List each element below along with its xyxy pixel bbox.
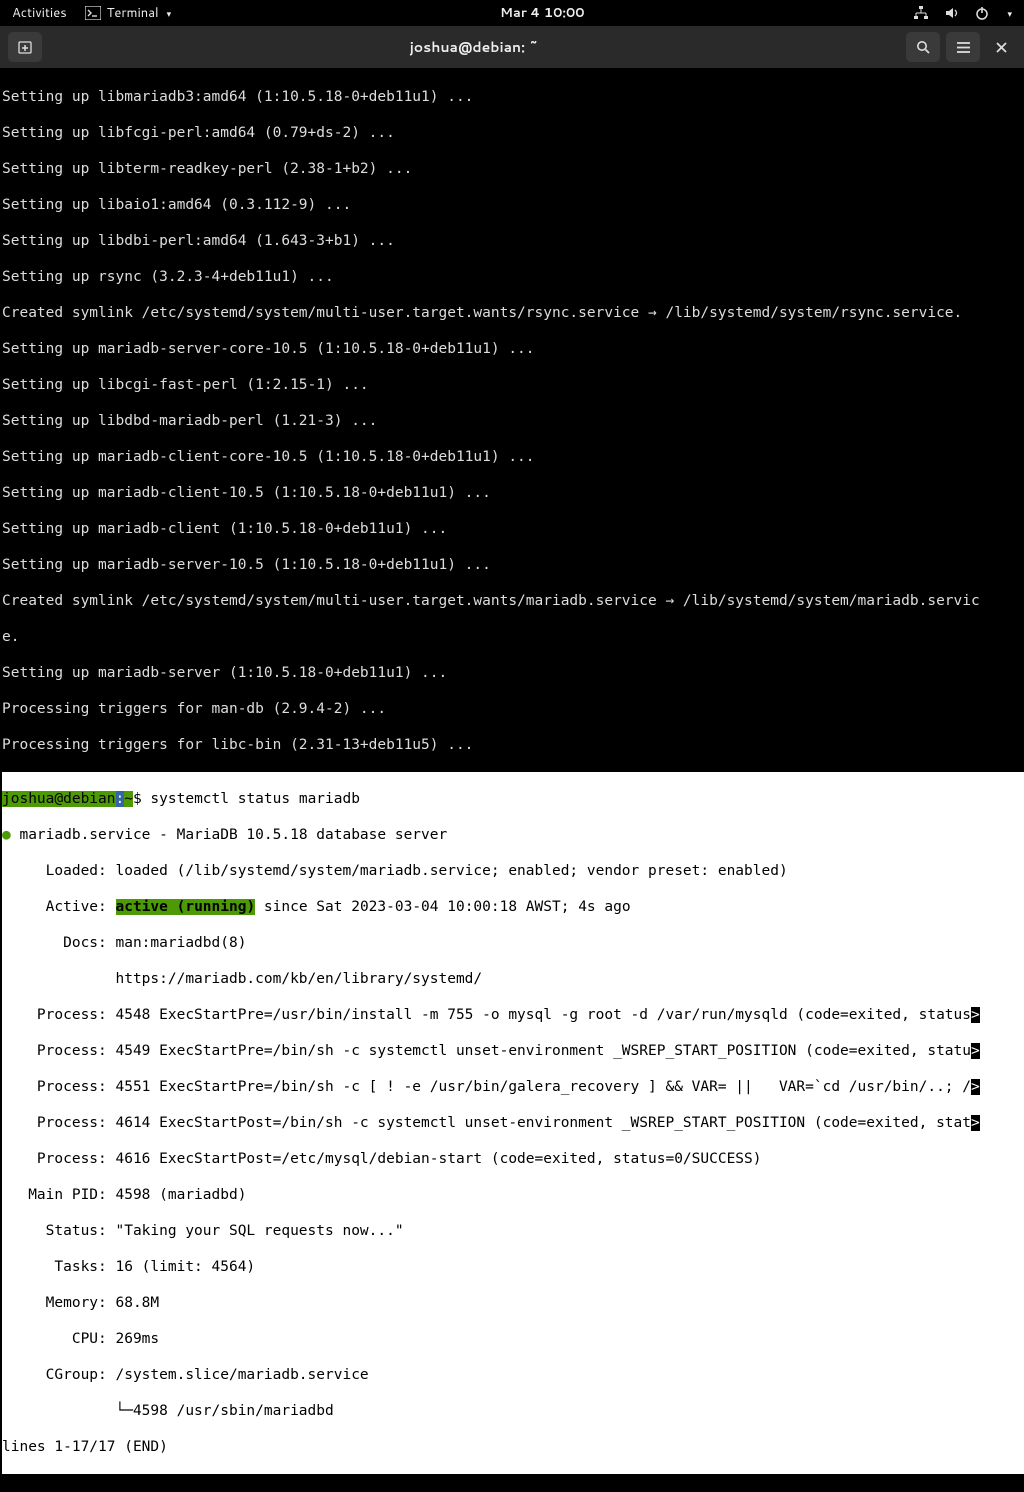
output-line: Setting up libterm-readkey-perl (2.38-1+… xyxy=(2,160,1024,178)
output-line: Setting up libmariadb3:amd64 (1:10.5.18-… xyxy=(2,88,1024,106)
line-truncation-marker: > xyxy=(971,1007,980,1023)
status-dot-icon: ● xyxy=(2,827,11,843)
status-active: Active: active (running) since Sat 2023-… xyxy=(2,898,1024,916)
status-title: ● mariadb.service - MariaDB 10.5.18 data… xyxy=(2,826,1024,844)
status-process: Process: 4614 ExecStartPost=/bin/sh -c s… xyxy=(2,1114,1024,1132)
app-menu[interactable]: Terminal ▾ xyxy=(85,4,171,22)
new-tab-button[interactable] xyxy=(8,32,42,62)
prompt-command: $ systemctl status mariadb xyxy=(133,791,360,807)
menu-button[interactable] xyxy=(946,32,980,62)
status-mainpid: Main PID: 4598 (mariadbd) xyxy=(2,1186,1024,1204)
search-button[interactable] xyxy=(906,32,940,62)
status-active-state: active (running) xyxy=(116,899,256,915)
output-line: Setting up mariadb-client-core-10.5 (1:1… xyxy=(2,448,1024,466)
output-line: Setting up mariadb-server-10.5 (1:10.5.1… xyxy=(2,556,1024,574)
status-cgroup: CGroup: /system.slice/mariadb.service xyxy=(2,1366,1024,1384)
status-status: Status: "Taking your SQL requests now...… xyxy=(2,1222,1024,1240)
output-line: Setting up mariadb-server-core-10.5 (1:1… xyxy=(2,340,1024,358)
output-line: Processing triggers for man-db (2.9.4-2)… xyxy=(2,700,1024,718)
output-line: Setting up rsync (3.2.3-4+deb11u1) ... xyxy=(2,268,1024,286)
new-tab-icon xyxy=(17,39,33,55)
output-line: Processing triggers for libc-bin (2.31-1… xyxy=(2,736,1024,754)
output-line: Setting up mariadb-server (1:10.5.18-0+d… xyxy=(2,664,1024,682)
status-cpu: CPU: 269ms xyxy=(2,1330,1024,1348)
output-line: Setting up mariadb-client (1:10.5.18-0+d… xyxy=(2,520,1024,538)
window-titlebar: joshua@debian: ~ xyxy=(0,26,1024,68)
output-line: Setting up libfcgi-perl:amd64 (0.79+ds-2… xyxy=(2,124,1024,142)
close-button[interactable] xyxy=(986,32,1016,62)
systemctl-status-block: joshua@debian:~$ systemctl status mariad… xyxy=(2,772,1024,1474)
system-status-area[interactable]: ▾ xyxy=(913,6,1012,20)
output-line: Setting up mariadb-client-10.5 (1:10.5.1… xyxy=(2,484,1024,502)
hamburger-icon xyxy=(956,41,971,54)
clock[interactable]: Mar 4 10:00 xyxy=(171,4,913,22)
status-loaded: Loaded: loaded (/lib/systemd/system/mari… xyxy=(2,862,1024,880)
status-process: Process: 4549 ExecStartPre=/bin/sh -c sy… xyxy=(2,1042,1024,1060)
line-truncation-marker: > xyxy=(971,1115,980,1131)
terminal-icon xyxy=(85,6,101,20)
power-icon xyxy=(975,6,989,20)
output-line: Setting up libdbi-perl:amd64 (1.643-3+b1… xyxy=(2,232,1024,250)
status-process: Process: 4551 ExecStartPre=/bin/sh -c [ … xyxy=(2,1078,1024,1096)
activities-button[interactable]: Activities xyxy=(12,4,67,22)
status-cgroup-child: └─4598 /usr/sbin/mariadbd xyxy=(2,1402,1024,1420)
prompt-user-host: joshua@debian xyxy=(2,791,116,807)
network-icon xyxy=(913,6,929,20)
chevron-down-icon: ▾ xyxy=(1007,7,1012,20)
prompt-line: joshua@debian:~$ systemctl status mariad… xyxy=(2,790,1024,808)
output-line: Setting up libaio1:amd64 (0.3.112-9) ... xyxy=(2,196,1024,214)
output-line: Setting up libcgi-fast-perl (1:2.15-1) .… xyxy=(2,376,1024,394)
status-process: Process: 4616 ExecStartPost=/etc/mysql/d… xyxy=(2,1150,1024,1168)
output-line: Setting up libdbd-mariadb-perl (1.21-3) … xyxy=(2,412,1024,430)
status-process: Process: 4548 ExecStartPre=/usr/bin/inst… xyxy=(2,1006,1024,1024)
pager-footer: lines 1-17/17 (END) xyxy=(2,1438,1024,1456)
app-menu-label: Terminal xyxy=(107,4,159,22)
close-icon xyxy=(995,41,1008,54)
status-tasks: Tasks: 16 (limit: 4564) xyxy=(2,1258,1024,1276)
gnome-top-bar: Activities Terminal ▾ Mar 4 10:00 ▾ xyxy=(0,0,1024,26)
line-truncation-marker: > xyxy=(971,1043,980,1059)
search-icon xyxy=(916,40,931,55)
status-docs: https://mariadb.com/kb/en/library/system… xyxy=(2,970,1024,988)
status-memory: Memory: 68.8M xyxy=(2,1294,1024,1312)
terminal-viewport[interactable]: Setting up libmariadb3:amd64 (1:10.5.18-… xyxy=(0,68,1024,1492)
prompt-path: ~ xyxy=(124,791,133,807)
volume-icon xyxy=(945,6,959,20)
status-docs: Docs: man:mariadbd(8) xyxy=(2,934,1024,952)
line-truncation-marker: > xyxy=(971,1079,980,1095)
window-title: joshua@debian: ~ xyxy=(42,37,906,57)
prompt-colon: : xyxy=(116,791,125,807)
output-line: Created symlink /etc/systemd/system/mult… xyxy=(2,304,1024,322)
output-line: Created symlink /etc/systemd/system/mult… xyxy=(2,592,1024,610)
output-line: e. xyxy=(2,628,1024,646)
